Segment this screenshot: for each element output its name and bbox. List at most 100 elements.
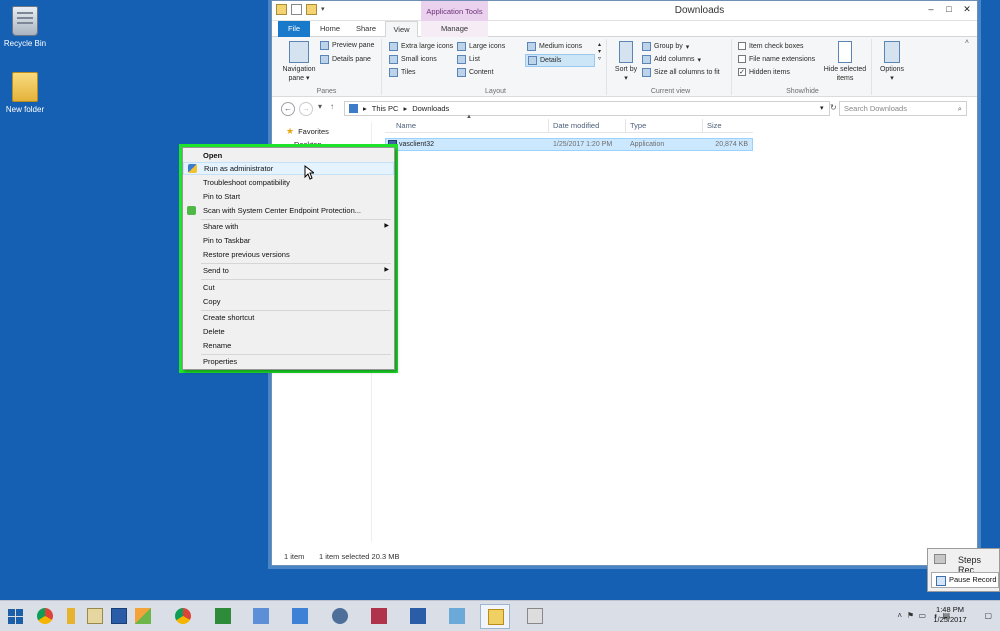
back-button[interactable]: ← — [281, 102, 295, 116]
add-columns-icon — [642, 55, 651, 64]
taskbar-access[interactable] — [364, 604, 394, 629]
file-name-extensions-toggle[interactable]: File name extensions — [738, 55, 815, 63]
network-icon[interactable]: ▭ — [918, 611, 926, 620]
tab-view[interactable]: View — [385, 21, 418, 38]
title-bar[interactable]: ▾ Application Tools Downloads – □ ✕ — [272, 1, 977, 21]
column-header-name[interactable]: Name — [396, 121, 416, 130]
taskbar-chrome-2[interactable] — [168, 604, 198, 629]
recent-locations-icon[interactable]: ▾ — [318, 102, 322, 111]
layout-tiles[interactable]: Tiles — [389, 68, 416, 77]
taskbar-media-player[interactable] — [285, 604, 315, 629]
favorites-item[interactable]: ★ Favorites — [286, 126, 329, 137]
hidden-items-checkbox[interactable]: ✓ — [738, 68, 746, 76]
panes-group-label: Panes — [316, 88, 337, 95]
menu-item-rename[interactable]: Rename — [183, 339, 394, 352]
add-columns-button[interactable]: Add columns ▾ — [642, 55, 701, 64]
start-button[interactable] — [2, 604, 32, 629]
content-icon — [457, 68, 466, 77]
menu-item-share-with[interactable]: Share with ▶ — [183, 220, 394, 233]
item-check-boxes-toggle[interactable]: Item check boxes — [738, 42, 803, 50]
layout-content[interactable]: Content — [457, 68, 494, 77]
layout-small-icons[interactable]: Small icons — [389, 55, 437, 64]
hide-items-icon — [838, 41, 852, 63]
search-icon[interactable]: ⌕ — [958, 102, 962, 115]
notifications-icon[interactable]: ▢ — [984, 611, 992, 620]
details-pane-button[interactable]: Details pane — [320, 55, 371, 64]
file-name-extensions-checkbox[interactable] — [738, 55, 746, 63]
taskbar-powershell[interactable] — [403, 604, 433, 629]
table-row[interactable]: vasclient32 1/25/2017 1:20 PM Applicatio… — [385, 138, 753, 151]
size-columns-icon — [642, 68, 651, 77]
submenu-arrow-icon: ▶ — [384, 267, 389, 273]
tab-share[interactable]: Share — [352, 21, 380, 37]
taskbar-steps-recorder[interactable] — [520, 604, 550, 629]
menu-item-properties[interactable]: Properties — [183, 355, 394, 368]
recycle-bin-label: Recycle Bin — [3, 39, 47, 48]
breadcrumb-downloads[interactable]: Downloads — [412, 102, 449, 115]
layout-scroll-icon[interactable]: ▴ ▾ ▿ — [598, 41, 601, 62]
close-button[interactable]: ✕ — [959, 2, 975, 16]
column-header-size[interactable]: Size — [707, 121, 722, 130]
tab-manage[interactable]: Manage — [421, 21, 488, 37]
chevron-right-icon[interactable]: ▸ — [403, 102, 407, 115]
search-input[interactable]: Search Downloads ⌕ — [839, 101, 967, 116]
breadcrumb-this-pc[interactable]: This PC — [372, 102, 399, 115]
column-header-type[interactable]: Type — [630, 121, 646, 130]
taskbar-file-explorer[interactable] — [480, 604, 510, 629]
menu-item-scan[interactable]: Scan with System Center Endpoint Protect… — [183, 204, 394, 217]
menu-item-create-shortcut[interactable]: Create shortcut — [183, 311, 394, 324]
tab-file[interactable]: File — [278, 21, 310, 37]
taskbar-elephant[interactable] — [325, 604, 355, 629]
taskbar-tools[interactable] — [442, 604, 472, 629]
menu-item-delete[interactable]: Delete — [183, 325, 394, 338]
menu-item-restore-versions[interactable]: Restore previous versions — [183, 248, 394, 261]
address-box[interactable]: ▸ This PC ▸ Downloads — [344, 101, 830, 116]
menu-item-troubleshoot[interactable]: Troubleshoot compatibility — [183, 176, 394, 189]
up-button[interactable]: ↑ — [330, 102, 334, 111]
taskbar-pencil[interactable] — [128, 604, 158, 629]
trash-can-icon — [12, 6, 38, 36]
menu-item-open[interactable]: Open — [183, 149, 394, 162]
menu-item-run-as-administrator[interactable]: Run as administrator — [183, 162, 394, 175]
sort-by-button[interactable]: Sort by ▾ — [614, 41, 638, 83]
taskbar-doc-app[interactable] — [246, 604, 276, 629]
maximize-button[interactable]: □ — [941, 2, 957, 16]
column-header-date[interactable]: Date modified — [553, 121, 599, 130]
layout-large-icons[interactable]: Large icons — [457, 42, 505, 51]
layout-details[interactable]: Details — [525, 54, 595, 67]
forward-button[interactable]: → — [299, 102, 313, 116]
preview-pane-button[interactable]: Preview pane — [320, 41, 374, 50]
chevron-up-icon[interactable]: ˄ — [897, 611, 902, 620]
flag-icon[interactable]: ⚑ — [907, 611, 914, 620]
layout-extra-large-icons[interactable]: Extra large icons — [389, 42, 453, 51]
navigation-pane-button[interactable]: Navigation pane ▾ — [278, 41, 320, 83]
preview-pane-label: Preview pane — [332, 42, 375, 49]
taskbar-grid-app[interactable] — [208, 604, 238, 629]
menu-item-pin-to-taskbar[interactable]: Pin to Taskbar — [183, 234, 394, 247]
menu-item-pin-to-start[interactable]: Pin to Start — [183, 190, 394, 203]
pause-record-button[interactable]: Pause Record — [931, 572, 999, 588]
refresh-icon[interactable]: ↻ — [830, 103, 837, 112]
tab-home[interactable]: Home — [317, 21, 343, 37]
size-columns-button[interactable]: Size all columns to fit — [642, 68, 720, 77]
address-dropdown-icon[interactable]: ▾ — [820, 104, 824, 112]
menu-item-cut[interactable]: Cut — [183, 281, 394, 294]
hide-selected-items-button[interactable]: Hide selected items — [822, 41, 868, 83]
chevron-right-icon[interactable]: ▸ — [363, 102, 367, 115]
options-button[interactable]: Options ▾ — [876, 41, 908, 83]
item-check-boxes-checkbox[interactable] — [738, 42, 746, 50]
group-by-button[interactable]: Group by ▾ — [642, 42, 689, 51]
ribbon-collapse-icon[interactable]: ˄ — [965, 39, 969, 46]
context-menu: Open Run as administrator Troubleshoot c… — [182, 147, 395, 370]
new-folder-icon[interactable]: New folder — [0, 72, 53, 114]
address-bar-row: ← → ▾ ↑ ▸ This PC ▸ Downloads ▾ ↻ Search… — [272, 97, 977, 121]
menu-item-send-to[interactable]: Send to ▶ — [183, 264, 394, 277]
layout-list[interactable]: List — [457, 55, 480, 64]
menu-item-copy[interactable]: Copy — [183, 295, 394, 308]
layout-medium-icons[interactable]: Medium icons — [527, 42, 582, 51]
hidden-items-toggle[interactable]: ✓ Hidden items — [738, 68, 790, 76]
clock[interactable]: 1:48 PM 1/25/2017 — [928, 605, 972, 625]
size-columns-label: Size all columns to fit — [654, 69, 720, 76]
minimize-button[interactable]: – — [923, 2, 939, 16]
recycle-bin-icon[interactable]: Recycle Bin — [0, 6, 53, 48]
